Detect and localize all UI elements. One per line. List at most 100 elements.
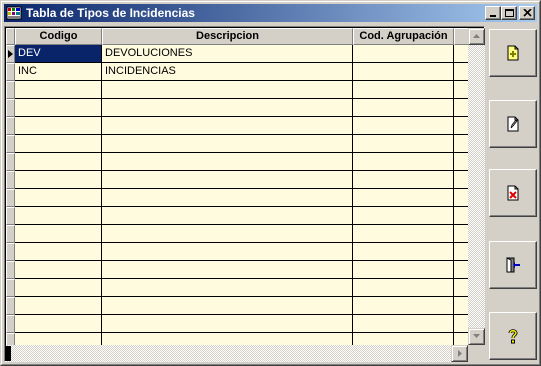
row-indicator[interactable] xyxy=(6,63,15,81)
cell-agrupacion[interactable] xyxy=(353,207,454,225)
cell-extra[interactable] xyxy=(454,207,468,225)
cell-descripcion[interactable] xyxy=(102,171,353,189)
scroll-down-button[interactable] xyxy=(468,328,485,345)
cell-codigo[interactable] xyxy=(15,81,102,99)
cell-codigo[interactable]: DEV xyxy=(15,45,102,63)
cell-descripcion[interactable]: DEVOLUCIONES xyxy=(102,45,353,63)
cell-agrupacion[interactable] xyxy=(353,243,454,261)
cell-agrupacion[interactable] xyxy=(353,45,454,63)
scroll-up-button[interactable] xyxy=(468,28,485,45)
cell-descripcion[interactable] xyxy=(102,99,353,117)
row-indicator[interactable] xyxy=(6,153,15,171)
cell-descripcion[interactable] xyxy=(102,207,353,225)
scroll-right-button[interactable] xyxy=(451,345,468,362)
cell-codigo[interactable] xyxy=(15,261,102,279)
horizontal-scroll-thumb[interactable] xyxy=(6,346,11,361)
cell-extra[interactable] xyxy=(454,153,468,171)
row-indicator[interactable] xyxy=(6,279,15,297)
cell-extra[interactable] xyxy=(454,279,468,297)
cell-extra[interactable] xyxy=(454,81,468,99)
cell-agrupacion[interactable] xyxy=(353,99,454,117)
column-header-codigo[interactable]: Codigo xyxy=(15,28,102,45)
column-header-agrupacion[interactable]: Cod. Agrupación xyxy=(353,28,454,45)
cell-extra[interactable] xyxy=(454,315,468,333)
cell-descripcion[interactable] xyxy=(102,135,353,153)
cell-codigo[interactable] xyxy=(15,153,102,171)
cell-extra[interactable] xyxy=(454,189,468,207)
row-indicator[interactable] xyxy=(6,45,15,63)
cell-codigo[interactable] xyxy=(15,117,102,135)
horizontal-scrollbar[interactable] xyxy=(6,345,468,362)
cell-codigo[interactable] xyxy=(15,99,102,117)
cell-extra[interactable] xyxy=(454,243,468,261)
cell-descripcion[interactable] xyxy=(102,333,353,345)
cell-agrupacion[interactable] xyxy=(353,225,454,243)
minimize-button[interactable] xyxy=(485,6,501,20)
cell-agrupacion[interactable] xyxy=(353,63,454,81)
row-indicator[interactable] xyxy=(6,99,15,117)
cell-descripcion[interactable] xyxy=(102,261,353,279)
close-button[interactable] xyxy=(519,6,535,20)
cell-codigo[interactable] xyxy=(15,315,102,333)
row-indicator[interactable] xyxy=(6,261,15,279)
row-indicator[interactable] xyxy=(6,207,15,225)
cell-extra[interactable] xyxy=(454,135,468,153)
cell-extra[interactable] xyxy=(454,45,468,63)
cell-agrupacion[interactable] xyxy=(353,81,454,99)
cell-codigo[interactable] xyxy=(15,135,102,153)
cell-descripcion[interactable]: INCIDENCIAS xyxy=(102,63,353,81)
row-indicator[interactable] xyxy=(6,243,15,261)
cell-extra[interactable] xyxy=(454,171,468,189)
cell-descripcion[interactable] xyxy=(102,189,353,207)
cell-extra[interactable] xyxy=(454,297,468,315)
cell-descripcion[interactable] xyxy=(102,117,353,135)
cell-extra[interactable] xyxy=(454,117,468,135)
cell-extra[interactable] xyxy=(454,333,468,345)
row-indicator[interactable] xyxy=(6,333,15,345)
row-indicator[interactable] xyxy=(6,189,15,207)
cell-descripcion[interactable] xyxy=(102,225,353,243)
row-indicator[interactable] xyxy=(6,315,15,333)
cell-codigo[interactable] xyxy=(15,279,102,297)
cell-descripcion[interactable] xyxy=(102,153,353,171)
column-header-extra[interactable] xyxy=(454,28,468,45)
cell-agrupacion[interactable] xyxy=(353,135,454,153)
vertical-scrollbar[interactable] xyxy=(468,28,485,345)
cell-descripcion[interactable] xyxy=(102,81,353,99)
cell-codigo[interactable] xyxy=(15,189,102,207)
exit-button[interactable] xyxy=(489,241,537,289)
cell-agrupacion[interactable] xyxy=(353,333,454,345)
row-indicator[interactable] xyxy=(6,225,15,243)
cell-agrupacion[interactable] xyxy=(353,261,454,279)
cell-codigo[interactable] xyxy=(15,243,102,261)
cell-agrupacion[interactable] xyxy=(353,189,454,207)
cell-extra[interactable] xyxy=(454,261,468,279)
cell-descripcion[interactable] xyxy=(102,297,353,315)
cell-agrupacion[interactable] xyxy=(353,297,454,315)
row-indicator[interactable] xyxy=(6,117,15,135)
cell-extra[interactable] xyxy=(454,99,468,117)
cell-codigo[interactable] xyxy=(15,333,102,345)
cell-agrupacion[interactable] xyxy=(353,171,454,189)
cell-codigo[interactable]: INC xyxy=(15,63,102,81)
delete-record-button[interactable] xyxy=(489,169,537,217)
app-icon[interactable] xyxy=(6,5,22,21)
edit-record-button[interactable] xyxy=(489,100,537,148)
maximize-button[interactable] xyxy=(501,6,517,20)
cell-extra[interactable] xyxy=(454,225,468,243)
row-indicator[interactable] xyxy=(6,81,15,99)
cell-codigo[interactable] xyxy=(15,225,102,243)
add-record-button[interactable] xyxy=(489,29,537,77)
row-indicator[interactable] xyxy=(6,135,15,153)
cell-agrupacion[interactable] xyxy=(353,153,454,171)
help-button[interactable] xyxy=(489,312,537,360)
row-indicator[interactable] xyxy=(6,171,15,189)
cell-descripcion[interactable] xyxy=(102,279,353,297)
cell-descripcion[interactable] xyxy=(102,243,353,261)
row-indicator[interactable] xyxy=(6,297,15,315)
cell-agrupacion[interactable] xyxy=(353,279,454,297)
title-bar[interactable]: Tabla de Tipos de Incidencias xyxy=(4,4,537,22)
cell-codigo[interactable] xyxy=(15,171,102,189)
cell-codigo[interactable] xyxy=(15,207,102,225)
cell-descripcion[interactable] xyxy=(102,315,353,333)
